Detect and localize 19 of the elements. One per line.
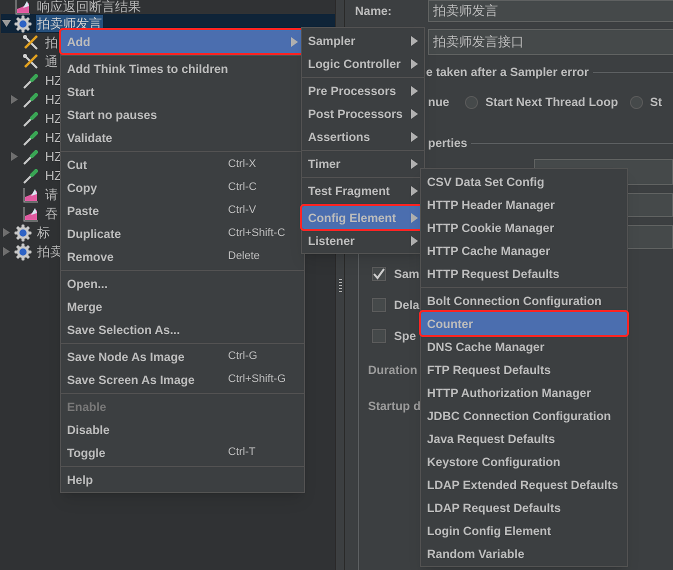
shortcut-label: Ctrl-V xyxy=(228,203,256,218)
radio-label: nue xyxy=(428,94,450,111)
group-legend: perties xyxy=(428,134,468,152)
shortcut-label: Ctrl+Shift-G xyxy=(228,372,286,388)
field-label: Duration xyxy=(368,362,418,379)
shortcut-label: Ctrl-C xyxy=(228,180,257,196)
group-legend: e taken after a Sampler error xyxy=(426,63,589,81)
shortcut-label: Ctrl-T xyxy=(228,445,256,460)
checkbox-label: Spe xyxy=(394,328,416,345)
shortcut-label: Ctrl-G xyxy=(228,349,258,364)
radio-label: St xyxy=(650,94,662,111)
checkbox-label: Sam xyxy=(394,266,420,283)
shortcut-label: Ctrl+Shift-C xyxy=(228,226,286,242)
shortcut-label: Ctrl-X xyxy=(228,157,256,172)
name-label: Name: xyxy=(355,3,393,20)
shortcut-label: Delete xyxy=(228,249,260,264)
checkbox-label: Dela xyxy=(394,297,420,314)
field-label: Startup d xyxy=(368,398,421,415)
radio-label: Start Next Thread Loop xyxy=(485,94,618,111)
